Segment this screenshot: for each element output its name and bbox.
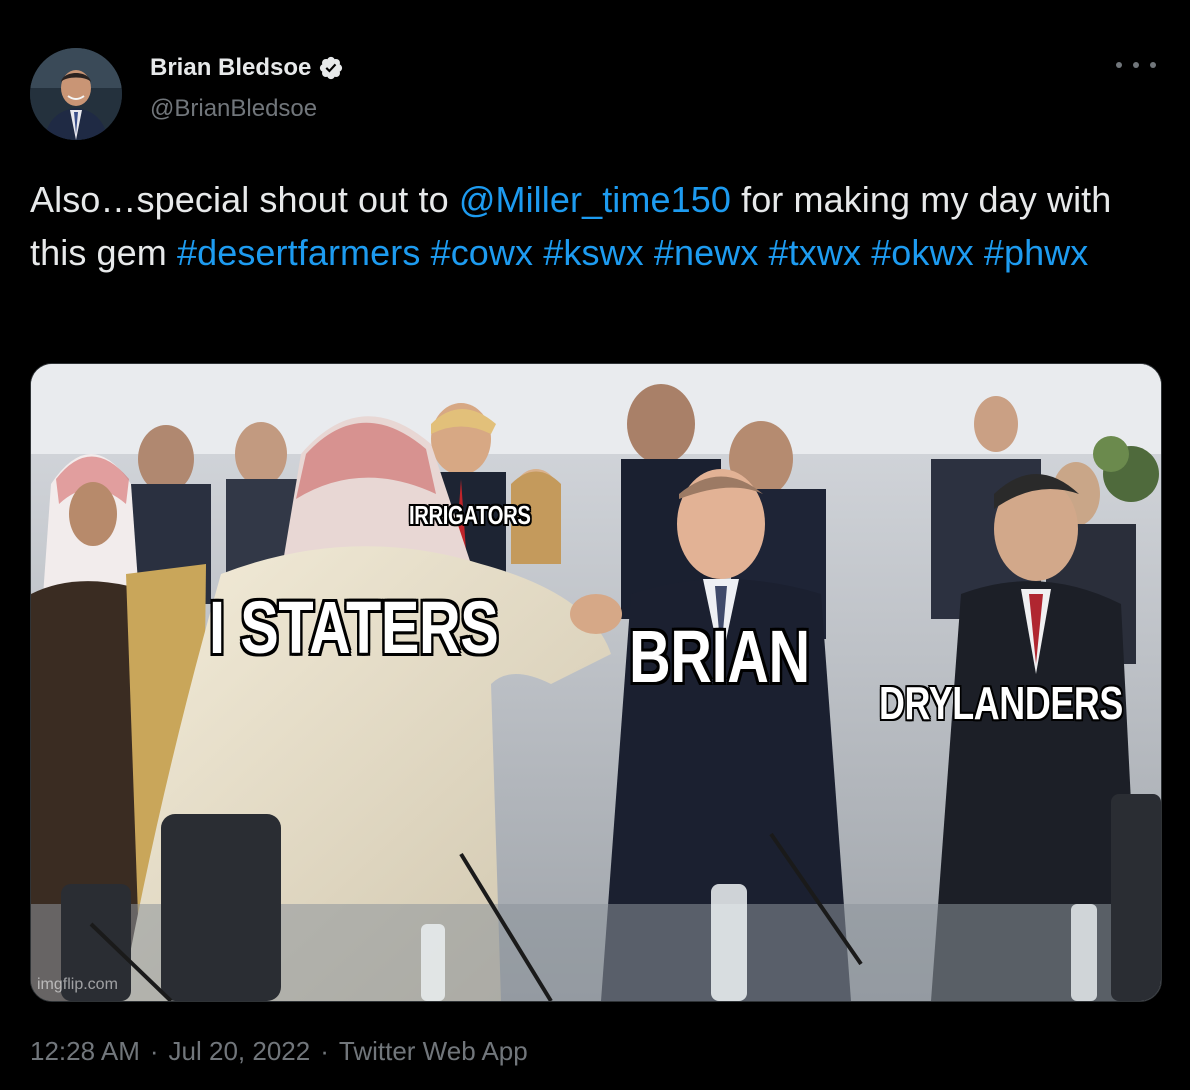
author-handle[interactable]: @BrianBledsoe [150,95,317,123]
tweet: Brian Bledsoe @BrianBledsoe Also…special… [0,0,1190,1090]
tweet-source: Twitter Web App [338,1036,528,1066]
hashtag-link[interactable]: #desertfarmers [177,232,421,273]
tweet-text-part: Also…special shout out to [30,179,459,220]
more-dot-icon [1150,62,1156,68]
verified-badge-icon [320,56,343,80]
hashtag-link[interactable]: #txwx [769,232,862,273]
more-options-button[interactable] [1116,52,1156,78]
hashtag-link[interactable]: #newx [654,232,759,273]
tweet-meta: 12:28 AM · Jul 20, 2022 · Twitter Web Ap… [30,1036,528,1067]
tweet-time: 12:28 AM [30,1036,140,1066]
tweet-time-link[interactable]: 12:28 AM [30,1036,140,1067]
tweet-media-image[interactable]: IRRIGATORS I STATERS BRIAN DRYLANDERS im… [30,363,1162,1002]
avatar-photo-icon [30,48,122,140]
hashtag-link[interactable]: #phwx [984,232,1089,273]
tweet-source-link[interactable]: Twitter Web App [339,1036,528,1067]
hashtag-link[interactable]: #cowx [431,232,534,273]
avatar[interactable] [30,48,122,140]
tweet-date-link[interactable]: Jul 20, 2022 [169,1036,311,1067]
more-dot-icon [1133,62,1139,68]
author-name-text: Brian Bledsoe [150,54,312,81]
meta-separator: · [320,1036,329,1066]
more-dot-icon [1116,62,1122,68]
meta-separator: · [149,1036,159,1066]
meme-caption-brian: BRIAN [629,615,810,698]
hashtag-link[interactable]: #okwx [871,232,974,273]
meme-caption-istaters: I STATERS [209,586,499,669]
tweet-text: Also…special shout out to @Miller_time15… [30,173,1160,279]
mention-link[interactable]: @Miller_time150 [459,179,731,220]
imgflip-watermark: imgflip.com [37,976,118,993]
meme-caption-irrigators: IRRIGATORS [409,500,531,530]
hashtag-link[interactable]: #kswx [543,232,644,273]
tweet-date: Jul 20, 2022 [168,1036,311,1066]
meme-caption-drylanders: DRYLANDERS [879,677,1123,729]
author-name[interactable]: Brian Bledsoe [150,54,344,82]
